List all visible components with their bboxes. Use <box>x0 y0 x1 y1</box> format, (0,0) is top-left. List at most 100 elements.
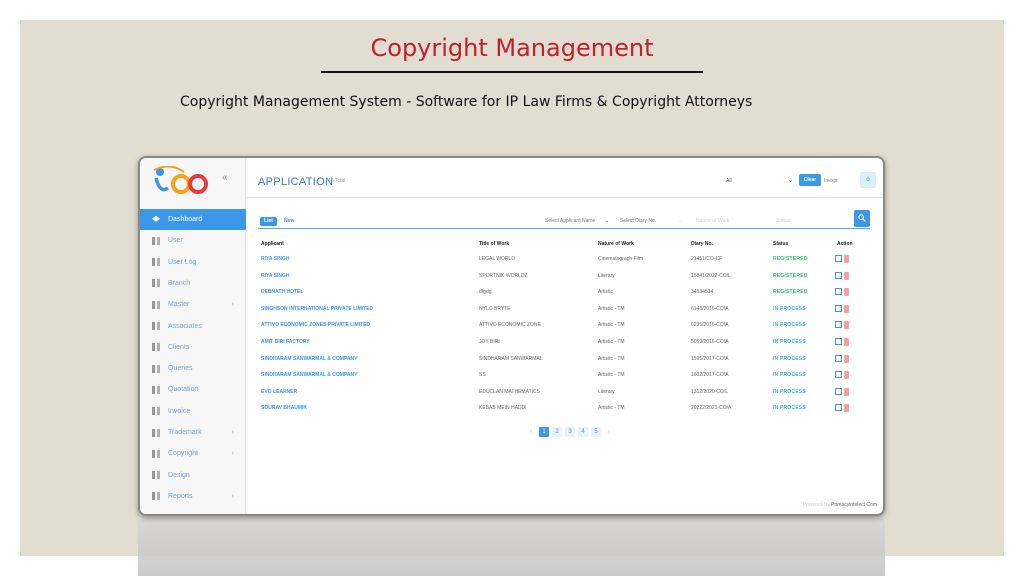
cell-status: IN PROCESS <box>773 355 806 362</box>
cell-title: NYLO BRYTE <box>479 305 511 312</box>
delete-icon[interactable] <box>844 387 849 396</box>
cell-applicant[interactable]: AMIT BIRI FACTORY <box>261 339 310 345</box>
cell-applicant[interactable]: EVO LEARNER <box>261 389 297 395</box>
sidebar-item-trademark[interactable]: Trademark › <box>140 422 246 443</box>
table-row[interactable]: RIYA SINGH SPORTNIK WORLDZ Literary 15841/2… <box>246 268 883 284</box>
edit-icon[interactable] <box>835 404 842 412</box>
sidebar-item-branch[interactable]: Branch <box>140 273 246 294</box>
edit-icon[interactable] <box>835 288 842 296</box>
cell-applicant[interactable]: SINDHARAM SANWARMAL & COMPANY <box>261 372 357 378</box>
inexpt-toggle[interactable]: Inexpt <box>824 178 838 184</box>
cell-applicant[interactable]: RIYA SINGH <box>261 256 290 262</box>
grid-icon <box>152 449 160 458</box>
sidebar-collapse-icon[interactable]: « <box>222 172 228 183</box>
cell-title: SINDHARAM SANWARMAL <box>479 355 543 362</box>
sidebar-item-label: Invoice <box>168 407 191 415</box>
all-filter-select[interactable]: All <box>726 178 732 184</box>
cell-applicant[interactable]: DEBNATH HOTEL <box>261 289 303 295</box>
sidebar-item-label: Quotation <box>168 386 199 394</box>
cell-diary: 1602/2017-CO/A <box>691 372 729 379</box>
sidebar-item-quotation[interactable]: Quotation <box>140 379 246 400</box>
sidebar-item-reports[interactable]: Reports › <box>140 486 246 507</box>
delete-icon[interactable] <box>844 255 849 263</box>
diary-no-select[interactable]: Select Diary No. <box>620 218 656 224</box>
cell-title: LEGAL WORLD <box>479 256 515 262</box>
edit-icon[interactable] <box>835 321 842 329</box>
sidebar-item-queries[interactable]: Queries <box>140 358 246 379</box>
cell-applicant[interactable]: SINDHARAM SANWARMAL & COMPANY <box>261 356 357 362</box>
cell-status: IN PROCESS <box>773 339 806 345</box>
delete-icon[interactable] <box>844 371 849 380</box>
sidebar-item-associates[interactable]: Associates <box>140 316 246 337</box>
page-5-button[interactable]: 5 <box>591 427 601 437</box>
table-row[interactable]: SINDHARAM SANWARMAL & COMPANY SS Artistic … <box>246 367 883 383</box>
cell-status: REGISTERED <box>773 272 808 279</box>
page-3-button[interactable]: 3 <box>565 427 575 437</box>
cell-applicant[interactable]: SOURAV BHAUMIK <box>261 405 307 411</box>
table-row[interactable]: SINGHSON INTERNATIONAL PRIVATE LIMITED NY… <box>246 301 883 317</box>
grid-icon <box>152 236 160 245</box>
sidebar-item-label: Clients <box>168 343 190 351</box>
table-row[interactable]: ATTIVO ECONOMIC ZONES PRIVATE LIMITED ATT… <box>246 317 883 333</box>
edit-icon[interactable] <box>835 304 842 312</box>
edit-icon[interactable] <box>835 271 842 279</box>
next-page-button[interactable]: › <box>604 427 614 437</box>
delete-icon[interactable] <box>844 338 849 346</box>
sidebar-item-design[interactable]: Design <box>140 465 246 486</box>
grid-icon <box>152 428 160 437</box>
edit-icon[interactable] <box>835 354 842 362</box>
table-row[interactable]: DEBNATH HOTEL dfgdg Artistic 34534534 REGIST… <box>246 284 883 300</box>
column-header-action: Action <box>837 241 853 247</box>
sidebar-item-copyright[interactable]: Copyright › <box>140 443 246 464</box>
table-row[interactable]: SINDHARAM SANWARMAL & COMPANY SINDHARAM S… <box>246 351 883 367</box>
page-4-button[interactable]: 4 <box>578 427 588 437</box>
cell-status: REGISTERED <box>773 256 808 262</box>
sidebar-item-master[interactable]: Master › <box>140 294 246 315</box>
cell-applicant[interactable]: ATTIVO ECONOMIC ZONES PRIVATE LIMITED <box>261 322 370 328</box>
cell-applicant[interactable]: RIYA SINGH <box>261 273 290 279</box>
sidebar-item-label: Dashboard <box>168 216 203 223</box>
delete-icon[interactable] <box>844 304 849 313</box>
tab-new[interactable]: New <box>284 218 294 224</box>
chevron-down-icon[interactable]: ⌄ <box>788 177 793 184</box>
delete-icon[interactable] <box>844 271 849 280</box>
clear-button[interactable]: Clear <box>799 174 821 186</box>
table-row[interactable]: AMIT BIRI FACTORY JOY BIRI Artistic - TM 50… <box>246 334 883 350</box>
table-row[interactable]: SOURAV BHAUMIK KEBAB MEIN HADDI Artistic -… <box>246 400 883 416</box>
sidebar-item-user-log[interactable]: User Log <box>140 252 246 273</box>
delete-icon[interactable] <box>844 321 849 330</box>
status-input[interactable]: Status <box>776 218 790 224</box>
cell-title: dfgdg <box>479 289 492 296</box>
column-header-diary: Diary No. <box>691 241 713 247</box>
grid-icon <box>152 364 160 373</box>
sidebar-item-clients[interactable]: Clients <box>140 337 246 358</box>
delete-icon[interactable] <box>844 354 849 363</box>
cell-applicant[interactable]: SINGHSON INTERNATIONAL PRIVATE LIMITED <box>261 306 373 312</box>
cell-nature: Artistic - TM <box>598 405 625 412</box>
applicant-name-select[interactable]: Select Applicant Name <box>545 218 595 224</box>
edit-icon[interactable] <box>835 255 842 262</box>
tab-list[interactable]: List <box>260 217 277 226</box>
edit-icon[interactable] <box>835 338 842 345</box>
sidebar-item-user[interactable]: User <box>140 230 246 251</box>
grid-icon <box>152 407 160 416</box>
header-o-button[interactable]: o <box>860 172 876 188</box>
page-2-button[interactable]: 2 <box>552 427 562 437</box>
table-row[interactable]: EVO LEARNER EDUCLAN MATHEMATICS Literary 13… <box>246 384 883 400</box>
footer-brand[interactable]: Primacyintelect.Com <box>831 502 877 508</box>
main-content: APPLICATION 45 Total All ⌄ Clear Inexpt … <box>246 158 883 514</box>
nature-of-work-input[interactable]: Nature of Work <box>696 218 730 224</box>
delete-icon[interactable] <box>844 288 849 297</box>
grid-icon <box>152 385 160 394</box>
edit-icon[interactable] <box>835 371 842 379</box>
edit-icon[interactable] <box>835 387 842 395</box>
cell-diary: 34534534 <box>691 289 714 296</box>
sidebar-item-label: User <box>168 237 183 245</box>
page-1-button[interactable]: 1 <box>539 427 549 437</box>
table-row[interactable]: RIYA SINGH LEGAL WORLD Cinematograph Film 2… <box>246 251 883 267</box>
sidebar-item-dashboard[interactable]: Dashboard <box>140 209 246 230</box>
prev-page-button[interactable]: ‹ <box>526 427 536 437</box>
search-button[interactable] <box>854 210 870 227</box>
delete-icon[interactable] <box>844 404 849 413</box>
sidebar-item-invoice[interactable]: Invoice <box>140 401 246 422</box>
